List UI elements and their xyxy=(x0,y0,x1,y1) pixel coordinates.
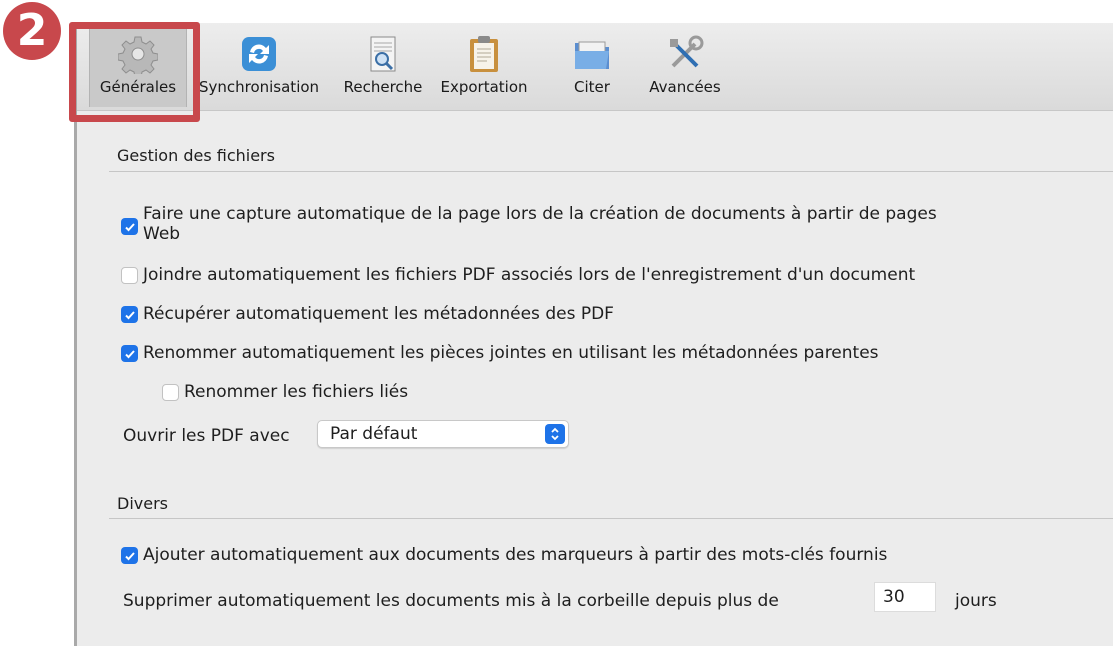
retrieve-metadata-label: Récupérer automatiquement les métadonnée… xyxy=(143,304,614,324)
tab-synchronisation[interactable]: Synchronisation xyxy=(189,27,329,107)
trash-days-input[interactable]: 30 xyxy=(874,582,936,612)
step-number-badge: 2 xyxy=(3,2,61,60)
section-title-misc: Divers xyxy=(117,494,168,513)
checkmark-icon xyxy=(124,551,135,560)
tab-citer[interactable]: Citer xyxy=(557,27,627,107)
snapshot-checkbox[interactable] xyxy=(121,218,138,235)
tab-avancees[interactable]: Avancées xyxy=(640,27,730,107)
rename-attachments-label: Renommer automatiquement les pièces join… xyxy=(143,343,879,363)
tab-exportation-label: Exportation xyxy=(440,78,528,96)
step-highlight-box xyxy=(69,22,200,122)
open-pdf-value: Par défaut xyxy=(330,424,418,444)
rename-attachments-option[interactable]: Renommer automatiquement les pièces join… xyxy=(121,343,879,363)
trash-suffix-label: jours xyxy=(955,591,997,611)
sync-icon xyxy=(239,32,279,76)
snapshot-label-line1: Faire une capture automatique de la page… xyxy=(143,204,937,224)
section-divider xyxy=(109,171,1113,172)
retrieve-metadata-option[interactable]: Récupérer automatiquement les métadonnée… xyxy=(121,304,614,324)
preferences-window: Générales Synchronisation Recherche Expo… xyxy=(74,23,1113,646)
section-title-file-management: Gestion des fichiers xyxy=(117,146,275,165)
rename-linked-checkbox[interactable] xyxy=(162,384,179,401)
auto-tags-option[interactable]: Ajouter automatiquement aux documents de… xyxy=(121,545,887,565)
tab-synchronisation-label: Synchronisation xyxy=(198,78,320,96)
trash-prefix-label: Supprimer automatiquement les documents … xyxy=(123,591,779,611)
search-document-icon xyxy=(363,32,403,76)
tab-recherche-label: Recherche xyxy=(343,78,423,96)
snapshot-option[interactable]: Faire une capture automatique de la page… xyxy=(121,204,937,244)
auto-tags-label: Ajouter automatiquement aux documents de… xyxy=(143,545,888,565)
section-divider xyxy=(109,518,1113,519)
tab-citer-label: Citer xyxy=(574,78,610,96)
folder-icon xyxy=(572,32,612,76)
retrieve-metadata-checkbox[interactable] xyxy=(121,306,138,323)
checkmark-icon xyxy=(124,349,135,358)
attach-pdfs-label: Joindre automatiquement les fichiers PDF… xyxy=(143,265,916,285)
attach-pdfs-option[interactable]: Joindre automatiquement les fichiers PDF… xyxy=(121,265,915,285)
tools-icon xyxy=(665,32,705,76)
attach-pdfs-checkbox[interactable] xyxy=(121,267,138,284)
tab-exportation[interactable]: Exportation xyxy=(429,27,539,107)
rename-linked-option[interactable]: Renommer les fichiers liés xyxy=(162,382,408,402)
checkmark-icon xyxy=(124,310,135,319)
clipboard-icon xyxy=(464,32,504,76)
preferences-toolbar: Générales Synchronisation Recherche Expo… xyxy=(77,23,1113,111)
snapshot-label-line2: Web xyxy=(143,224,181,244)
checkmark-icon xyxy=(124,222,135,231)
tab-avancees-label: Avancées xyxy=(649,78,721,96)
select-arrows-icon xyxy=(545,424,565,444)
rename-linked-label: Renommer les fichiers liés xyxy=(184,382,409,402)
rename-attachments-checkbox[interactable] xyxy=(121,345,138,362)
open-pdf-label: Ouvrir les PDF avec xyxy=(123,426,290,446)
tab-recherche[interactable]: Recherche xyxy=(339,27,427,107)
auto-tags-checkbox[interactable] xyxy=(121,547,138,564)
open-pdf-select[interactable]: Par défaut xyxy=(317,420,569,448)
